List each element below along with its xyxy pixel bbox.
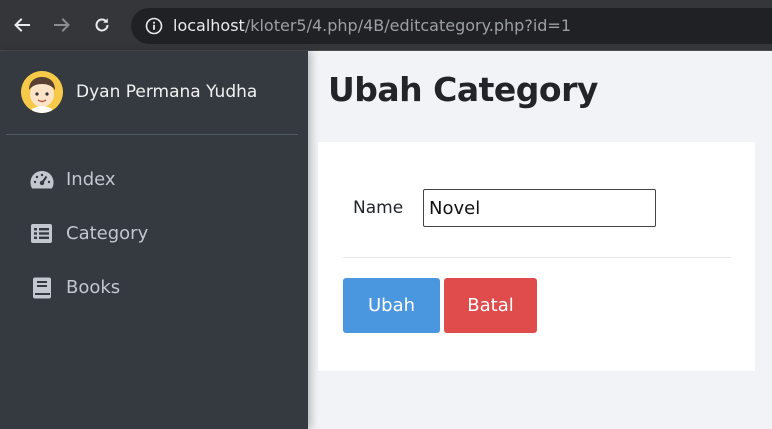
sidebar-item-books[interactable]: Books: [0, 266, 308, 310]
user-name: Dyan Permana Yudha: [76, 82, 258, 102]
reload-icon[interactable]: [90, 13, 114, 37]
avatar: [21, 71, 63, 113]
ubah-button[interactable]: Ubah: [343, 278, 440, 333]
edit-category-card: Name Ubah Batal: [318, 142, 755, 371]
batal-button[interactable]: Batal: [444, 278, 537, 333]
url-path: /kloter5/4.php/4B/editcategory.php?id=1: [244, 16, 572, 35]
sidebar: Dyan Permana Yudha Index Category Books: [0, 51, 308, 429]
sidebar-item-index[interactable]: Index: [0, 158, 308, 202]
user-panel[interactable]: Dyan Permana Yudha: [0, 51, 308, 135]
sidebar-item-label: Books: [66, 277, 121, 298]
form-divider: [343, 257, 731, 258]
back-arrow-icon[interactable]: [10, 13, 34, 37]
info-icon[interactable]: [145, 17, 163, 35]
sidebar-item-category[interactable]: Category: [0, 212, 308, 256]
url-host: localhost: [173, 16, 245, 35]
page-title: Ubah Category: [328, 70, 598, 109]
dashboard-gauge-icon: [30, 171, 54, 189]
name-input[interactable]: [423, 189, 656, 227]
sidebar-divider: [6, 134, 298, 135]
name-label: Name: [353, 198, 404, 218]
address-bar[interactable]: localhost/kloter5/4.php/4B/editcategory.…: [131, 8, 772, 44]
sidebar-item-label: Category: [66, 223, 149, 244]
url-text: localhost/kloter5/4.php/4B/editcategory.…: [173, 16, 571, 35]
sidebar-item-label: Index: [66, 169, 116, 190]
browser-toolbar: localhost/kloter5/4.php/4B/editcategory.…: [0, 0, 772, 51]
forward-arrow-icon[interactable]: [50, 13, 74, 37]
book-icon: [33, 277, 51, 299]
list-icon: [31, 224, 52, 243]
